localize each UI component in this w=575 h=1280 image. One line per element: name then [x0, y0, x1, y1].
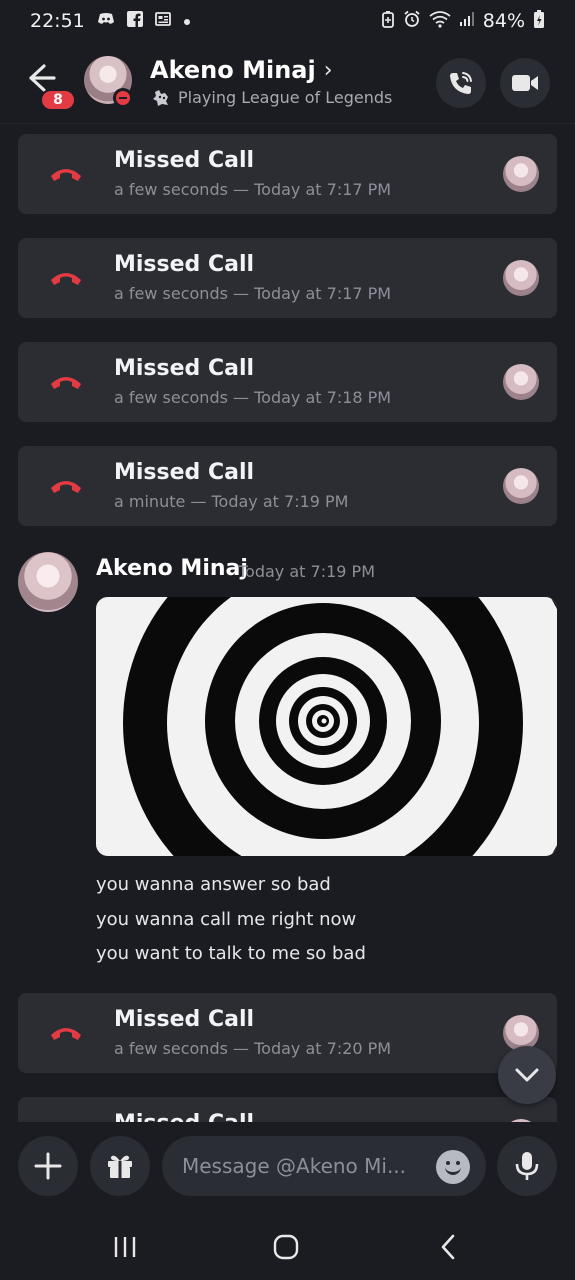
missed-call-card[interactable]: Missed Call a few seconds — Today at 7:1… — [18, 238, 557, 318]
system-nav-bar — [0, 1214, 575, 1280]
status-bar: 22:51 84% — [0, 0, 575, 42]
missed-call-card[interactable]: Missed Call — [18, 1097, 557, 1122]
missed-call-phone-icon — [51, 481, 81, 493]
gift-icon — [108, 1155, 132, 1178]
chevron-right-icon: › — [323, 57, 333, 83]
jump-to-bottom-button[interactable] — [498, 1046, 556, 1104]
participant-avatar — [503, 156, 539, 192]
missed-call-card[interactable]: Missed Call a few seconds — Today at 7:2… — [18, 993, 557, 1073]
missed-call-phone-icon — [51, 169, 81, 181]
message-text-line: you wanna answer so bad — [96, 874, 331, 895]
call-title: Missed Call — [114, 356, 255, 381]
unread-badge: 8 — [40, 89, 76, 111]
message-timestamp: Today at 7:19 PM — [238, 562, 375, 581]
status-time: 22:51 — [30, 10, 85, 32]
add-attachment-button[interactable] — [18, 1136, 78, 1196]
video-camera-icon — [512, 75, 538, 91]
missed-call-card[interactable]: Missed Call a minute — Today at 7:19 PM — [18, 446, 557, 526]
call-meta: a few seconds — Today at 7:17 PM — [114, 284, 392, 303]
call-title: Missed Call — [114, 252, 255, 277]
message-text-line: you want to talk to me so bad — [96, 943, 366, 964]
participant-avatar — [503, 364, 539, 400]
news-icon — [154, 11, 171, 31]
facebook-icon — [126, 11, 143, 31]
call-title: Missed Call — [114, 148, 255, 173]
emoji-icon[interactable] — [436, 1150, 470, 1184]
participant-avatar — [503, 260, 539, 296]
missed-call-phone-icon — [51, 377, 81, 389]
app-window: 22:51 84% 8 Akeno Minaj › Playing League… — [0, 0, 575, 1280]
wifi-icon — [429, 10, 451, 32]
header-username[interactable]: Akeno Minaj › — [150, 56, 333, 84]
plus-icon — [34, 1152, 62, 1180]
call-title: Missed Call — [114, 1111, 254, 1122]
missed-call-card[interactable]: Missed Call a few seconds — Today at 7:1… — [18, 134, 557, 214]
call-meta: a minute — Today at 7:19 PM — [114, 492, 349, 511]
microphone-icon — [515, 1152, 539, 1180]
message-image-attachment[interactable] — [96, 597, 557, 856]
battery-icon — [533, 9, 545, 33]
header-name-text: Akeno Minaj — [150, 56, 316, 84]
system-back-button[interactable] — [428, 1230, 468, 1264]
call-meta: a few seconds — Today at 7:18 PM — [114, 388, 392, 407]
chevron-down-icon — [515, 1068, 539, 1082]
signal-icon — [459, 11, 475, 31]
call-meta: a few seconds — Today at 7:20 PM — [114, 1039, 392, 1058]
dnd-status-icon — [113, 88, 133, 108]
battery-percent: 84% — [482, 10, 525, 32]
back-chevron-icon — [441, 1234, 455, 1260]
spiral-image — [96, 597, 557, 856]
message-author-name[interactable]: Akeno Minaj — [96, 556, 248, 581]
dot-icon — [183, 12, 191, 30]
message-author-avatar[interactable] — [18, 552, 78, 612]
message-text-line: you wanna call me right now — [96, 909, 357, 930]
voice-message-button[interactable] — [497, 1136, 557, 1196]
missed-call-phone-icon — [51, 1028, 81, 1040]
activity-text: Playing League of Legends — [178, 88, 393, 107]
recent-apps-button[interactable] — [105, 1230, 145, 1264]
battery-saver-icon — [381, 10, 395, 32]
missed-call-phone-icon — [51, 273, 81, 285]
call-title: Missed Call — [114, 1007, 255, 1032]
participant-avatar — [503, 468, 539, 504]
recent-apps-icon — [114, 1237, 136, 1257]
status-left: 22:51 — [30, 10, 191, 32]
message-list[interactable]: Missed Call a few seconds — Today at 7:1… — [0, 124, 575, 1122]
alarm-icon — [403, 10, 421, 32]
call-meta: a few seconds — Today at 7:17 PM — [114, 180, 392, 199]
chat-header: 8 Akeno Minaj › Playing League of Legend… — [0, 42, 575, 124]
home-icon — [273, 1234, 299, 1260]
gift-button[interactable] — [90, 1136, 150, 1196]
voice-call-button[interactable] — [436, 58, 486, 108]
status-right: 84% — [381, 9, 545, 33]
call-title: Missed Call — [114, 460, 255, 485]
discord-icon — [97, 12, 115, 30]
video-call-button[interactable] — [500, 58, 550, 108]
phone-call-icon — [450, 72, 472, 94]
home-button[interactable] — [266, 1230, 306, 1264]
message-composer — [0, 1122, 575, 1214]
game-activity-icon — [152, 89, 172, 107]
header-activity: Playing League of Legends — [152, 88, 392, 107]
missed-call-card[interactable]: Missed Call a few seconds — Today at 7:1… — [18, 342, 557, 422]
